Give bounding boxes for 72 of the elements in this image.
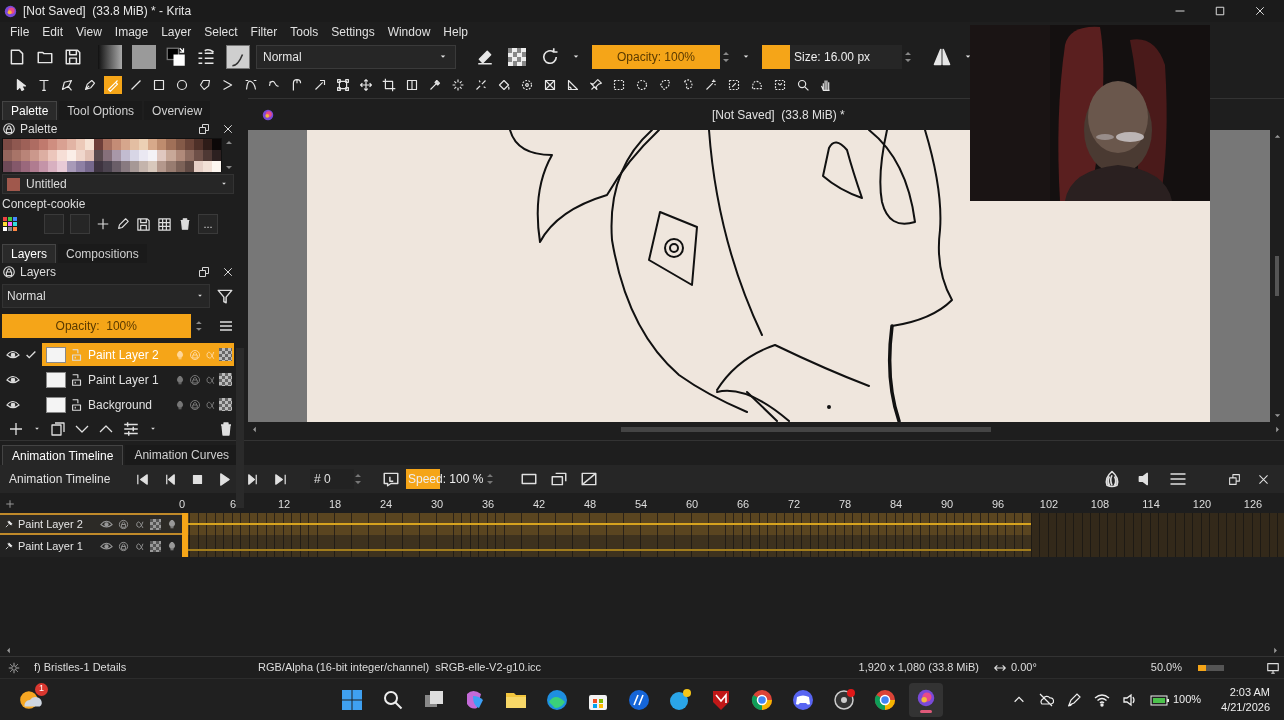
frame-number: 30 xyxy=(430,497,444,512)
frame-number: 78 xyxy=(838,497,852,512)
frame-number: 114 xyxy=(1142,497,1160,512)
layer-row[interactable]: Paint Layer 1 xyxy=(42,368,234,391)
window-title: [Not Saved] (33.8 MiB) * - Krita xyxy=(23,3,192,20)
docker-tab[interactable]: Animation Timeline xyxy=(2,445,124,465)
menu-item[interactable]: Settings xyxy=(331,23,375,41)
docker-tab[interactable]: Tool Options xyxy=(59,101,143,120)
battery-percent: 100% xyxy=(1172,692,1202,708)
docker-tab[interactable]: Layers xyxy=(2,244,57,263)
palette-dropdown[interactable]: Untitled xyxy=(2,174,234,194)
frame-number: 42 xyxy=(532,497,546,512)
clock-date: 4/21/2026 xyxy=(1221,699,1270,715)
frame-number: 24 xyxy=(379,497,393,512)
blend-mode-dropdown[interactable]: Normal xyxy=(2,284,210,308)
docker-tab[interactable]: Animation Curves xyxy=(125,445,239,465)
menu-item[interactable]: View xyxy=(76,23,102,41)
panel-title: Layers xyxy=(20,264,57,281)
frame-number: 90 xyxy=(940,497,954,512)
docker-tab[interactable]: Compositions xyxy=(58,244,147,263)
layer-name: Background xyxy=(88,396,154,414)
timeline-layer-row[interactable]: Paint Layer 2 xyxy=(0,513,182,535)
frame-number: 72 xyxy=(787,497,801,512)
menu-item[interactable]: Image xyxy=(114,23,149,41)
frame-number: 48 xyxy=(583,497,597,512)
layer-name: Paint Layer 1 xyxy=(18,538,84,554)
frame-number: 6 xyxy=(229,497,237,512)
layer-name: Paint Layer 2 xyxy=(18,516,84,532)
frame-number: 12 xyxy=(277,497,291,512)
blend-mode-dropdown[interactable]: Normal xyxy=(256,45,456,69)
brush-name: f) Bristles-1 Details xyxy=(34,660,128,676)
frame-number: 96 xyxy=(991,497,1005,512)
rotation-angle: 0.00° xyxy=(1011,660,1037,676)
menu-item[interactable]: Window xyxy=(387,23,431,41)
frame-number: 102 xyxy=(1039,497,1059,512)
frame-number: 126 xyxy=(1243,497,1263,512)
frame-number: 18 xyxy=(328,497,342,512)
document-title: [Not Saved] (33.8 MiB) * xyxy=(712,106,845,124)
docker-tab[interactable]: Overview xyxy=(144,101,211,120)
image-size: 1,920 x 1,080 (33.8 MiB) xyxy=(858,660,979,676)
color-profile: RGB/Alpha (16-bit integer/channel) sRGB-elle-V2-g10.icc xyxy=(258,660,542,676)
menu-item[interactable]: Help xyxy=(443,23,468,41)
layer-name: Paint Layer 2 xyxy=(88,346,160,364)
size-slider[interactable]: Size: 16.00 px xyxy=(762,45,902,69)
frame-number: 60 xyxy=(685,497,699,512)
clock-time: 2:03 AM xyxy=(1229,684,1270,700)
frame-number: 0 xyxy=(178,497,186,512)
zoom-level: 50.0% xyxy=(1150,660,1182,676)
frame-number: 120 xyxy=(1192,497,1212,512)
menu-item[interactable]: Filter xyxy=(250,23,278,41)
frame-number: 54 xyxy=(634,497,648,512)
opacity-slider[interactable]: Opacity: 100% xyxy=(2,314,191,338)
docker-tab[interactable]: Palette xyxy=(2,101,58,120)
frame-number: 108 xyxy=(1090,497,1110,512)
panel-title: Animation Timeline xyxy=(9,471,112,488)
menu-item[interactable]: Tools xyxy=(290,23,319,41)
frame-number: 36 xyxy=(481,497,495,512)
timeline-layer-row[interactable]: Paint Layer 1 xyxy=(0,535,182,557)
more-button[interactable]: ... xyxy=(198,214,218,234)
notification-badge: 1 xyxy=(35,682,48,696)
palette-name: Concept-cookie xyxy=(2,196,87,211)
panel-title: Palette xyxy=(20,121,58,138)
frame-number: 84 xyxy=(889,497,903,512)
layer-name: Paint Layer 1 xyxy=(88,371,160,389)
menu-item[interactable]: Select xyxy=(204,23,238,41)
menu-item[interactable]: Layer xyxy=(161,23,192,41)
menu-item[interactable]: Edit xyxy=(42,23,64,41)
menu-item[interactable]: File xyxy=(10,23,30,41)
opacity-slider[interactable]: Opacity: 100% xyxy=(592,45,720,69)
frame-number: 66 xyxy=(736,497,750,512)
layer-row[interactable]: Background xyxy=(42,393,234,416)
frame-field[interactable]: # 0 xyxy=(310,469,354,489)
